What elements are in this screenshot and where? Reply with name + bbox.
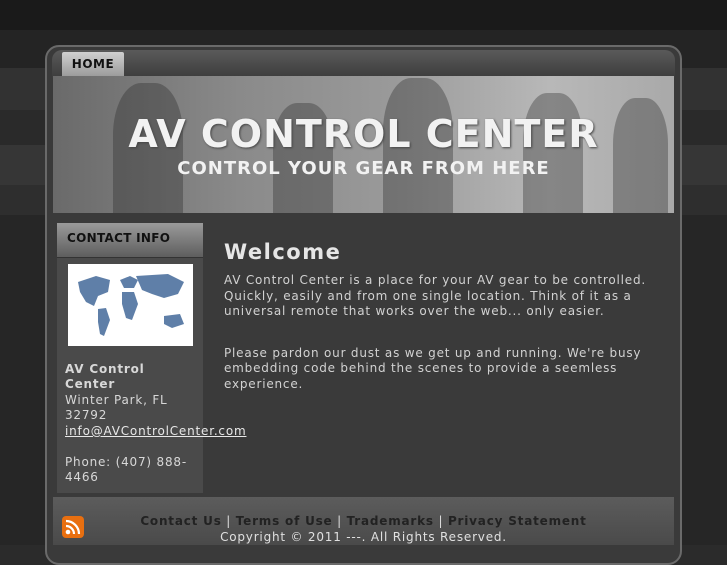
notice-paragraph-line: embedding code behind the scenes to prov… bbox=[224, 361, 618, 375]
phone-line2: 4466 bbox=[65, 470, 99, 484]
nav-bar bbox=[52, 50, 675, 78]
site-subtitle: CONTROL YOUR GEAR FROM HERE bbox=[177, 158, 550, 179]
sidebar-heading: CONTACT INFO bbox=[67, 231, 171, 245]
notice-paragraph-line: experience. bbox=[224, 377, 304, 391]
background-band bbox=[0, 0, 727, 30]
world-map-image bbox=[68, 264, 193, 346]
company-name-line2: Center bbox=[65, 377, 116, 391]
intro-paragraph-line: Quickly, easily and from one single loca… bbox=[224, 289, 632, 303]
company-name-line1: AV Control bbox=[65, 362, 145, 376]
nav-tab-home[interactable]: HOME bbox=[62, 52, 124, 76]
footer-separator: | bbox=[226, 514, 232, 528]
footer-separator: | bbox=[337, 514, 342, 528]
footer-link-terms[interactable]: Terms of Use bbox=[236, 514, 333, 528]
welcome-heading: Welcome bbox=[224, 240, 342, 264]
footer-link-contact[interactable]: Contact Us bbox=[140, 514, 221, 528]
footer-link-privacy[interactable]: Privacy Statement bbox=[448, 514, 587, 528]
phone-line1: Phone: (407) 888- bbox=[65, 455, 187, 469]
footer-links: Contact Us | Terms of Use | Trademarks |… bbox=[0, 514, 727, 528]
intro-paragraph-line: AV Control Center is a place for your AV… bbox=[224, 273, 647, 287]
intro-paragraph-line: universal remote that works over the web… bbox=[224, 304, 605, 318]
email-link[interactable]: info@AVControlCenter.com bbox=[65, 424, 246, 440]
copyright-text: Copyright © 2011 ---. All Rights Reserve… bbox=[220, 530, 507, 544]
address-zip: 32792 bbox=[65, 408, 108, 422]
site-title: AV CONTROL CENTER bbox=[128, 112, 599, 156]
address-city: Winter Park, FL bbox=[65, 393, 168, 407]
footer-separator: | bbox=[438, 514, 444, 528]
footer-link-trademarks[interactable]: Trademarks bbox=[347, 514, 434, 528]
notice-paragraph-line: Please pardon our dust as we get up and … bbox=[224, 346, 642, 360]
